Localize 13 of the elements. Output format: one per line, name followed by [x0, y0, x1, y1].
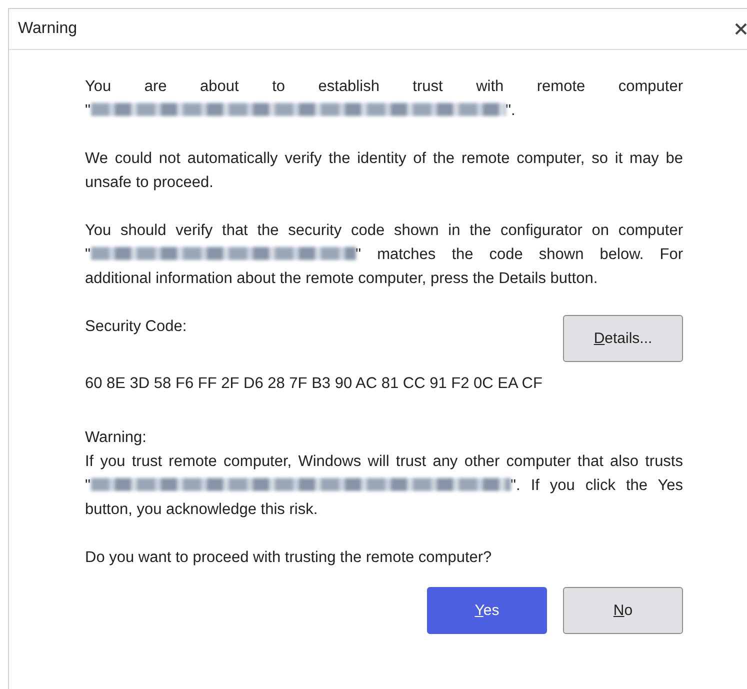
- security-code-label: Security Code:: [85, 317, 187, 337]
- paragraph: We could not automatically verify the identity of the remote computer, so it may be unsafe to proceed.: [85, 149, 683, 193]
- default-button[interactable]: Yes: [427, 587, 547, 634]
- paragraph: If you trust remote computer, Windows will trust any other computer that also trusts " ". If you click the Yes button, you acknowledge this risk.: [85, 452, 683, 520]
- security-code: 60 8E 3D 58 F6 FF 2F D6 28 7F B3 90 AC 81 CC 91 F2 0C EA CF: [85, 374, 544, 394]
- dialog-button[interactable]: No: [563, 587, 683, 634]
- window-title: Warning: [18, 20, 77, 38]
- warning-heading: Warning:: [85, 428, 148, 448]
- close-icon[interactable]: [735, 23, 747, 35]
- question-text: Do you want to proceed with trusting the remote computer?: [85, 548, 493, 568]
- paragraph: You are about to establish trust with remote computer " ".: [85, 77, 683, 121]
- details-button[interactable]: Details...: [563, 315, 683, 362]
- paragraph: You should verify that the security code shown in the configurator on computer " " matches the code shown below. For additional information about the remote computer, press the Details button.: [85, 221, 683, 289]
